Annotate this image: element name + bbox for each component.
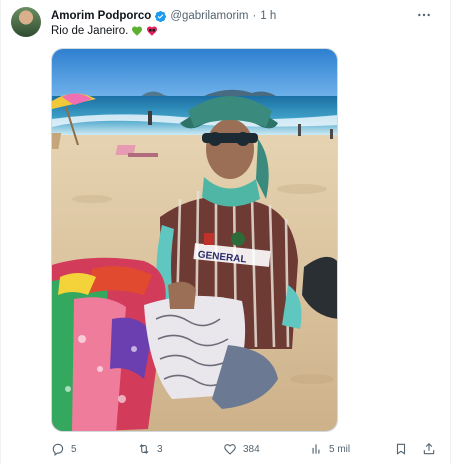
reply-icon bbox=[52, 443, 64, 456]
heart-icon bbox=[224, 444, 236, 455]
timeline-border-left bbox=[0, 0, 1, 464]
tweet-body: Rio de Janeiro. bbox=[51, 23, 158, 39]
green-heart-emoji bbox=[131, 25, 143, 37]
more-dots-icon bbox=[418, 13, 430, 17]
reply-button[interactable]: 5 bbox=[51, 440, 77, 458]
repost-button[interactable]: 3 bbox=[137, 440, 163, 458]
repost-count: 3 bbox=[157, 443, 163, 455]
reply-count: 5 bbox=[71, 443, 77, 455]
tweet-actions-bar: 5 3 384 5 mil bbox=[51, 440, 439, 458]
author-handle[interactable]: @gabrilamorim bbox=[170, 8, 248, 24]
share-button[interactable] bbox=[422, 440, 436, 458]
tweet-photo[interactable]: GENERAL bbox=[51, 48, 338, 432]
repost-icon bbox=[139, 444, 149, 454]
views-bar-chart-icon bbox=[312, 444, 320, 454]
like-button[interactable]: 384 bbox=[223, 440, 260, 458]
share-icon bbox=[423, 442, 435, 455]
views-count: 5 mil bbox=[329, 443, 351, 455]
black-red-heart-emoji bbox=[146, 25, 158, 37]
more-options-button[interactable] bbox=[413, 6, 435, 24]
views-button[interactable]: 5 mil bbox=[309, 440, 350, 458]
author-avatar[interactable] bbox=[11, 7, 41, 37]
tweet-timestamp[interactable]: 1 h bbox=[260, 8, 276, 24]
header-separator: · bbox=[252, 10, 257, 22]
author-display-name[interactable]: Amorim Podporco bbox=[51, 8, 151, 24]
verified-badge-icon bbox=[154, 10, 167, 23]
bookmark-icon bbox=[396, 443, 406, 455]
like-count: 384 bbox=[243, 443, 260, 455]
tweet-text: Rio de Janeiro. bbox=[51, 25, 129, 37]
bookmark-button[interactable] bbox=[394, 440, 408, 458]
beach-vendor-photo: GENERAL bbox=[52, 49, 337, 431]
tweet-header: Amorim Podporco @gabrilamorim · 1 h bbox=[51, 8, 401, 24]
